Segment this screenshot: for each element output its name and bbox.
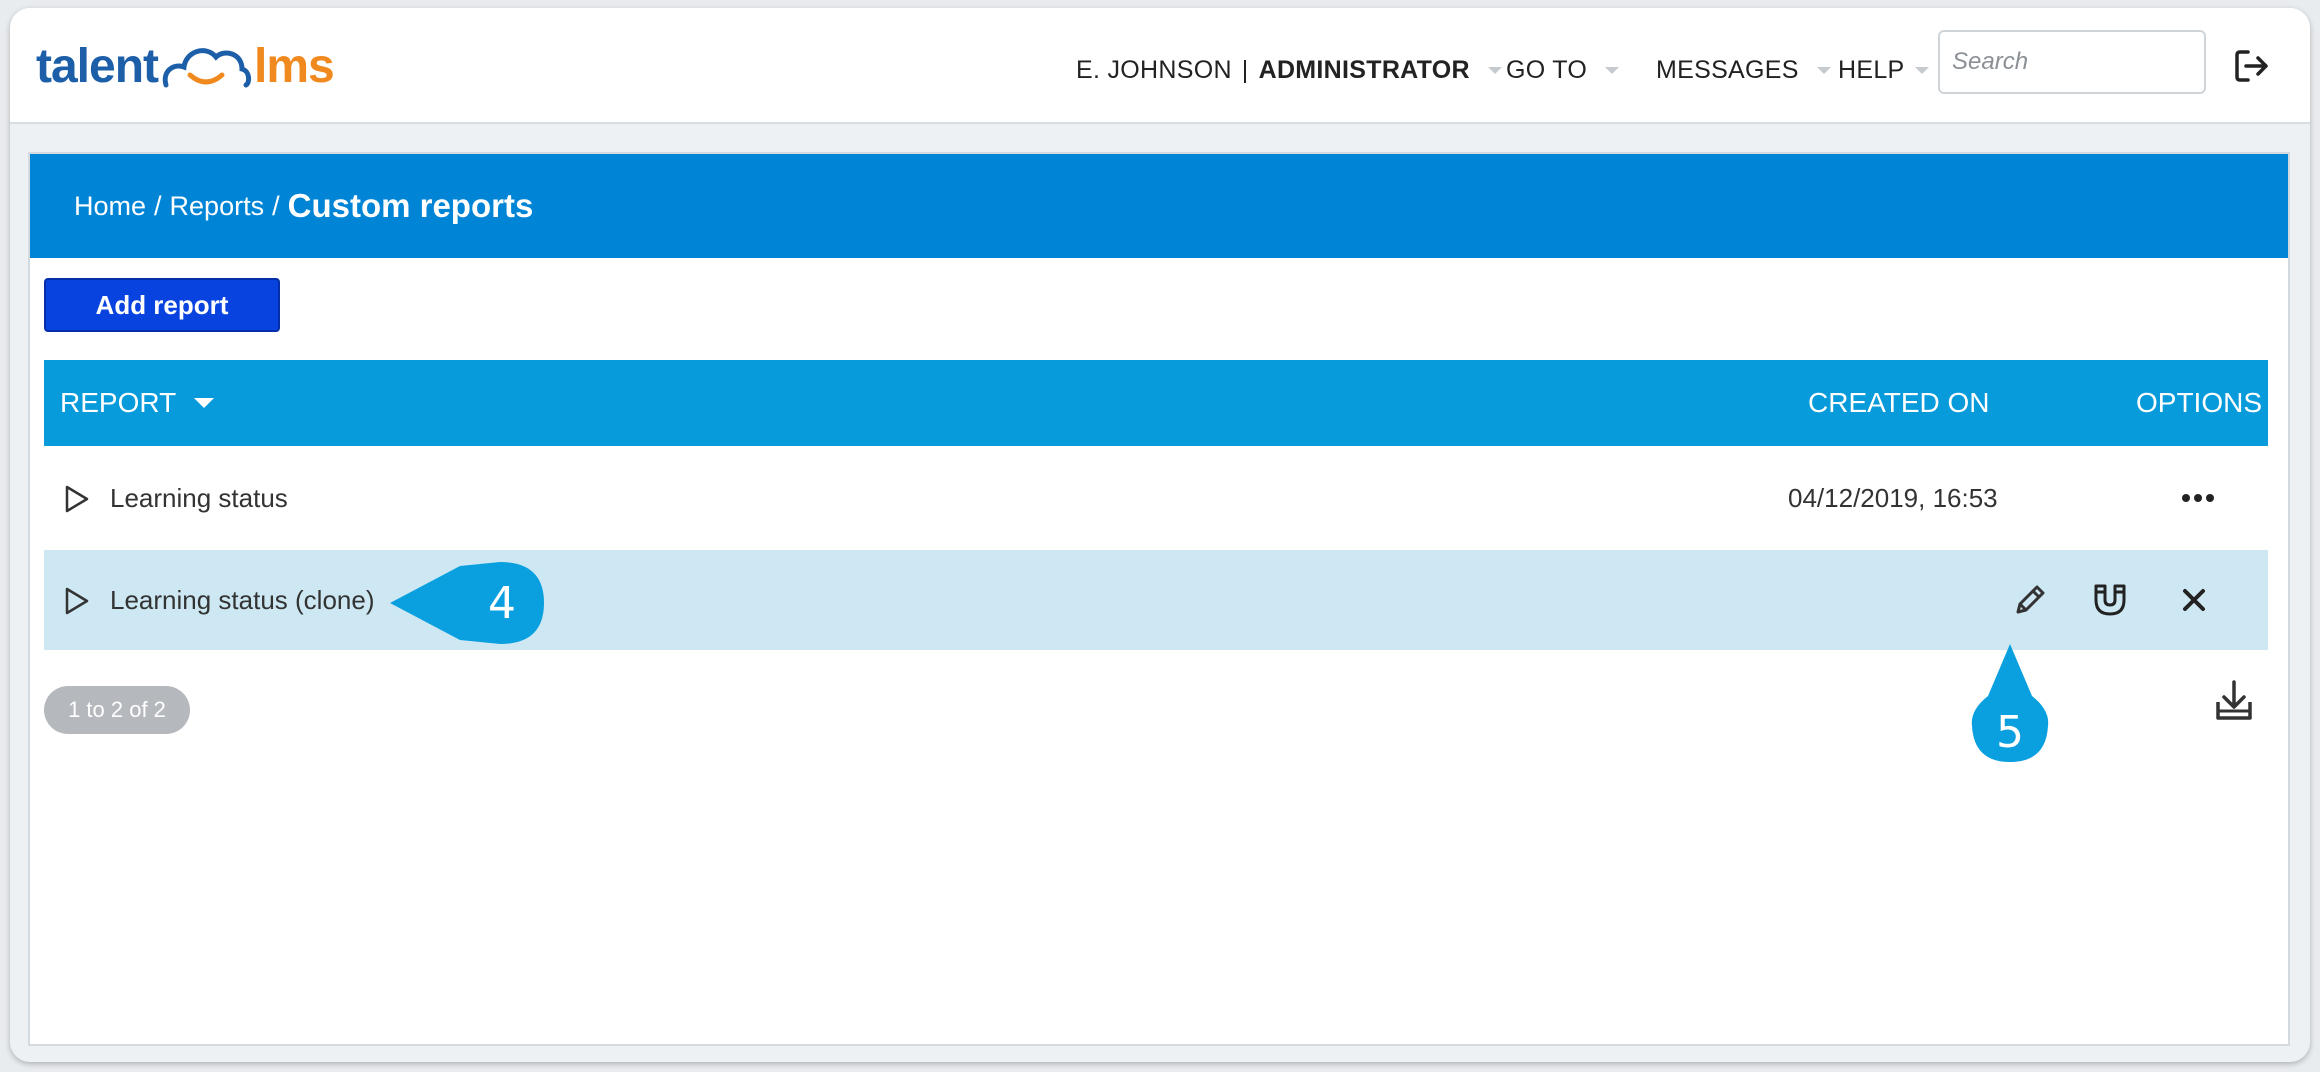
column-created-on[interactable]: CREATED ON <box>1808 360 1990 446</box>
cloud-logo-icon <box>162 48 252 88</box>
edit-pencil-icon[interactable] <box>2010 580 2050 620</box>
chevron-down-icon <box>1914 66 1929 74</box>
logo-text-talent: talent <box>36 39 159 93</box>
chevron-down-icon <box>1605 66 1620 74</box>
breadcrumb-reports[interactable]: Reports <box>170 191 265 222</box>
search-input[interactable] <box>1938 30 2206 94</box>
column-options-label: OPTIONS <box>2136 387 2263 418</box>
talentlms-logo[interactable]: talent lms <box>36 36 335 96</box>
goto-label: GO TO <box>1506 55 1588 84</box>
add-report-button[interactable]: Add report <box>44 278 280 332</box>
column-report-label: REPORT <box>60 387 177 418</box>
magnet-icon[interactable] <box>2090 580 2130 620</box>
logo-text-lms: lms <box>254 39 335 93</box>
breadcrumb-separator: / <box>154 190 162 221</box>
pagination-count: 1 to 2 of 2 <box>44 686 190 734</box>
logout-icon[interactable] <box>2232 46 2272 86</box>
user-role: ADMINISTRATOR <box>1258 55 1470 84</box>
app-window: talent lms E. JOHNSON | ADMINISTRATOR GO… <box>10 8 2310 1062</box>
report-name[interactable]: Learning status (clone) <box>110 550 374 650</box>
goto-menu[interactable]: GO TO <box>1506 50 1620 90</box>
column-created-on-label: CREATED ON <box>1808 387 1990 418</box>
annotation-marker-4: 4 <box>488 577 516 629</box>
table-row[interactable]: Learning status (clone) <box>44 550 2268 650</box>
report-name[interactable]: Learning status <box>110 448 288 548</box>
user-separator: | <box>1241 55 1249 84</box>
reports-panel: Home / Reports / Custom reports Add repo… <box>28 152 2290 1046</box>
play-icon[interactable] <box>64 484 90 514</box>
sort-down-icon <box>194 398 215 408</box>
help-label: HELP <box>1838 55 1905 84</box>
user-name: E. JOHNSON <box>1076 55 1232 84</box>
report-created-on: 04/12/2019, 16:53 <box>1788 482 1998 513</box>
column-options: OPTIONS <box>2136 360 2262 446</box>
messages-menu[interactable]: MESSAGES <box>1656 50 1831 90</box>
more-options-icon[interactable] <box>2178 486 2218 510</box>
breadcrumb-home[interactable]: Home <box>74 191 146 222</box>
breadcrumb: Home / Reports / Custom reports <box>30 154 2288 258</box>
table-row[interactable]: Learning status 04/12/2019, 16:53 <box>44 448 2268 548</box>
chevron-down-icon <box>1816 66 1831 74</box>
table-header: REPORT CREATED ON OPTIONS <box>44 360 2268 446</box>
user-menu[interactable]: E. JOHNSON | ADMINISTRATOR <box>1076 50 1502 90</box>
messages-label: MESSAGES <box>1656 55 1799 84</box>
chevron-down-icon <box>1487 66 1502 74</box>
delete-close-icon[interactable] <box>2174 580 2214 620</box>
help-menu[interactable]: HELP <box>1838 50 1929 90</box>
column-report[interactable]: REPORT <box>60 360 215 446</box>
breadcrumb-separator: / <box>272 190 280 221</box>
play-icon[interactable] <box>64 586 90 616</box>
page-title: Custom reports <box>287 187 534 224</box>
download-icon[interactable] <box>2210 678 2258 726</box>
annotation-marker-5: 5 <box>1996 706 2024 758</box>
top-bar: talent lms E. JOHNSON | ADMINISTRATOR GO… <box>10 8 2310 124</box>
